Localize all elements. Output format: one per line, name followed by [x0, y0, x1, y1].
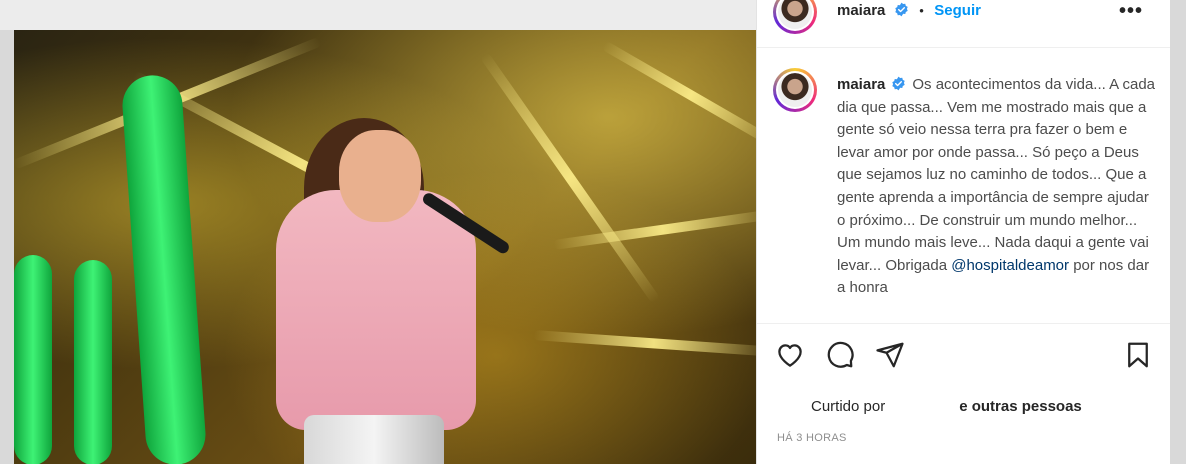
caption-mention-link[interactable]: @hospitaldeamor [951, 257, 1069, 274]
more-options-icon[interactable]: ••• [1119, 0, 1143, 23]
follow-button[interactable]: Seguir [934, 2, 981, 19]
action-bar [757, 340, 1171, 374]
singer-face [339, 130, 421, 222]
author-username[interactable]: maiara [837, 2, 885, 19]
stage-light [479, 52, 661, 304]
post-timestamp[interactable]: HÁ 3 HORAS [777, 432, 847, 444]
likes-prefix: Curtido por [811, 398, 886, 415]
post-header: maiara • Seguir ••• [757, 0, 1171, 48]
stage-light [553, 209, 756, 250]
likes-line: Curtido por e outras pessoas [811, 398, 1082, 415]
post-photo[interactable] [14, 30, 756, 464]
stage-decor [120, 73, 208, 464]
author-avatar[interactable] [773, 0, 817, 34]
stage-decor [14, 255, 52, 464]
caption-username[interactable]: maiara [837, 76, 885, 93]
page-edge [1170, 0, 1186, 464]
caption: maiara Os acontecimentos da vida... A ca… [837, 74, 1157, 300]
stage-decor [74, 260, 112, 464]
stage-light [601, 40, 756, 150]
stage-light [533, 330, 756, 357]
bookmark-icon[interactable] [1123, 340, 1153, 370]
screen: maiara • Seguir ••• maiara Os acontecime… [0, 0, 1186, 464]
avatar-image [778, 0, 812, 29]
comment-icon[interactable] [825, 340, 855, 370]
separator-dot: • [919, 3, 924, 18]
paper-plane-icon[interactable] [875, 340, 905, 370]
likes-others-link[interactable]: e outras pessoas [959, 398, 1082, 415]
caption-area: maiara Os acontecimentos da vida... A ca… [757, 48, 1171, 324]
caption-avatar[interactable] [773, 68, 817, 112]
singer-pants [304, 415, 444, 464]
singer [276, 190, 476, 430]
avatar-image [778, 73, 812, 107]
caption-text: Os acontecimentos da vida... A cada dia … [837, 76, 1156, 274]
verified-badge-icon [892, 76, 906, 91]
top-strip [0, 0, 760, 30]
post-side-panel: maiara • Seguir ••• maiara Os acontecime… [756, 0, 1171, 464]
heart-icon[interactable] [775, 340, 805, 370]
verified-badge-icon [895, 2, 908, 17]
